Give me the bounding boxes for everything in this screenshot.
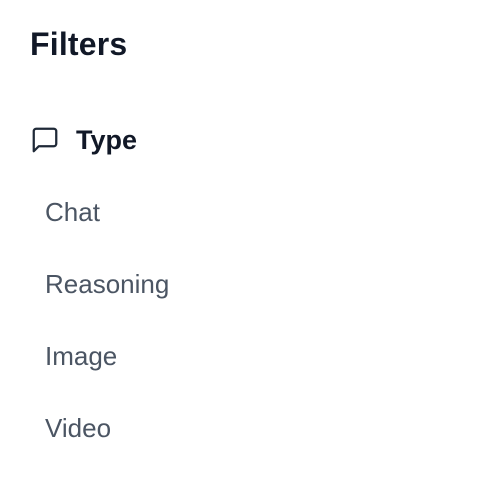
type-option-reasoning[interactable]: Reasoning: [45, 264, 169, 336]
filters-title: Filters: [30, 26, 128, 62]
type-option-image[interactable]: Image: [45, 336, 169, 408]
filters-panel: Filters Type Chat Reasoning Image Video: [0, 0, 492, 474]
type-option-video[interactable]: Video: [45, 408, 169, 480]
type-section-label: Type: [76, 125, 138, 155]
type-options-list: Chat Reasoning Image Video: [45, 192, 169, 480]
type-section-header[interactable]: Type: [30, 120, 137, 160]
type-option-chat[interactable]: Chat: [45, 192, 169, 264]
message-square-icon: [30, 125, 60, 155]
